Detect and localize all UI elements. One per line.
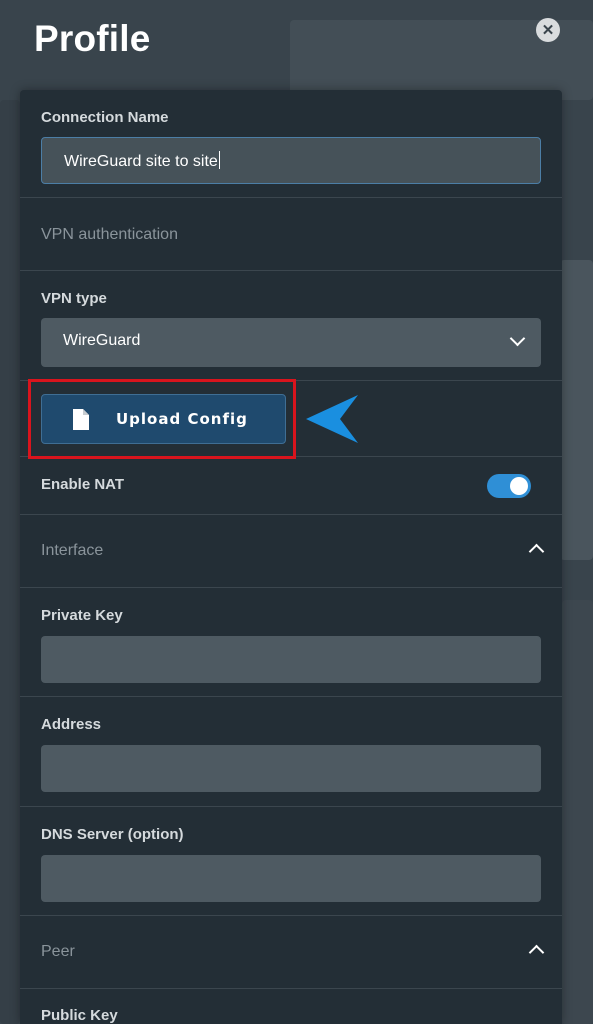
private-key-section: Private Key [20, 588, 562, 697]
arrow-pointer-icon [306, 395, 358, 443]
vpn-authentication-heading: VPN authentication [41, 226, 178, 243]
address-section: Address [20, 697, 562, 807]
dns-server-label: DNS Server (option) [41, 826, 184, 843]
dns-server-input[interactable] [41, 855, 541, 902]
background-shape [0, 100, 20, 1024]
peer-section-header[interactable]: Peer [20, 916, 562, 989]
address-input[interactable] [41, 745, 541, 792]
vpn-type-selected: WireGuard [63, 332, 141, 349]
public-key-label: Public Key [41, 1007, 118, 1024]
vpn-type-label: VPN type [41, 290, 107, 307]
connection-name-label: Connection Name [41, 109, 169, 126]
chevron-down-icon [509, 330, 526, 347]
connection-name-value: WireGuard site to site [64, 153, 218, 170]
background-shape [562, 600, 593, 1024]
chevron-up-icon[interactable] [528, 944, 545, 961]
interface-heading: Interface [41, 542, 104, 559]
file-icon [73, 409, 89, 430]
enable-nat-label: Enable NAT [41, 476, 125, 493]
background-shape [560, 260, 593, 560]
connection-name-input[interactable]: WireGuard site to site [41, 137, 541, 184]
close-icon[interactable]: ✕ [536, 18, 560, 42]
upload-config-button[interactable]: Upload Config [41, 394, 286, 444]
enable-nat-toggle[interactable] [487, 474, 531, 498]
vpn-type-section: VPN type WireGuard [20, 271, 562, 381]
toggle-knob [510, 477, 528, 495]
upload-config-label: Upload Config [116, 410, 248, 428]
chevron-up-icon[interactable] [528, 543, 545, 560]
interface-section-header[interactable]: Interface [20, 515, 562, 588]
address-label: Address [41, 716, 102, 733]
vpn-type-select[interactable]: WireGuard [41, 318, 541, 367]
private-key-input[interactable] [41, 636, 541, 683]
private-key-label: Private Key [41, 607, 123, 624]
profile-panel: Connection Name WireGuard site to site V… [20, 90, 562, 1024]
dns-server-section: DNS Server (option) [20, 807, 562, 916]
connection-name-section: Connection Name WireGuard site to site [20, 90, 562, 198]
page-title: Profile [34, 18, 151, 59]
peer-heading: Peer [41, 943, 75, 960]
enable-nat-section: Enable NAT [20, 457, 562, 515]
text-caret [218, 151, 220, 169]
public-key-section: Public Key [20, 989, 562, 1024]
vpn-authentication-section: VPN authentication [20, 198, 562, 271]
